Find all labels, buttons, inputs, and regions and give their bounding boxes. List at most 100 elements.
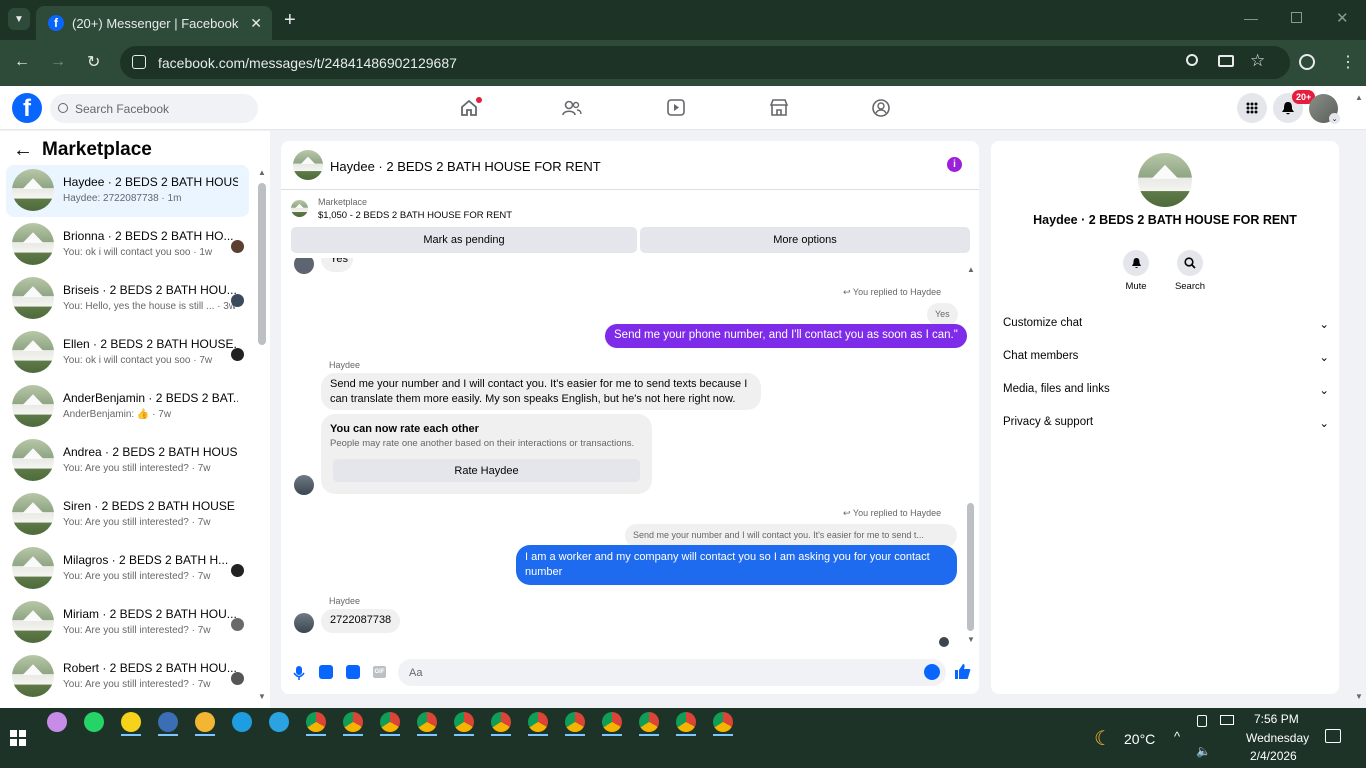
restore-button[interactable]	[1291, 12, 1302, 23]
clock-date[interactable]: 2/4/2026	[1250, 749, 1297, 763]
sticky-notes-icon[interactable]	[121, 712, 141, 732]
rate-haydee-button[interactable]: Rate Haydee	[333, 459, 640, 482]
sticker-icon[interactable]	[346, 665, 360, 679]
chrome-icon[interactable]	[565, 712, 585, 732]
home-icon[interactable]	[460, 100, 478, 116]
conversation-item[interactable]: Miriam · 2 BEDS 2 BATH HOU... You: Are yo…	[6, 597, 249, 649]
friends-icon[interactable]	[562, 100, 582, 116]
clock-time[interactable]: 7:56 PM	[1254, 712, 1299, 726]
chrome-icon[interactable]	[528, 712, 548, 732]
menu-chat-members[interactable]: Chat members ⌄	[1003, 350, 1329, 364]
chrome-menu-icon[interactable]: ⋮	[1340, 52, 1356, 72]
site-info-icon[interactable]	[132, 55, 146, 69]
conversation-item[interactable]: Briseis · 2 BEDS 2 BATH HOU... You: Hello…	[6, 273, 249, 325]
conversation-item[interactable]: Ellen · 2 BEDS 2 BATH HOUSE... You: ok i …	[6, 327, 249, 379]
profile-icon[interactable]	[1299, 54, 1315, 70]
new-tab-button[interactable]: +	[284, 9, 296, 32]
close-window-button[interactable]: ✕	[1336, 9, 1349, 27]
chat-scroll-up-icon[interactable]: ▲	[967, 265, 975, 274]
notification-center-icon[interactable]	[1325, 729, 1341, 743]
display-icon[interactable]	[1220, 715, 1234, 725]
outgoing-message[interactable]: I am a worker and my company will contac…	[516, 545, 957, 585]
weather-temp[interactable]: 20°C	[1124, 731, 1155, 747]
mute-bell-icon[interactable]	[1123, 250, 1149, 276]
volume-icon[interactable]: 🔈	[1196, 744, 1211, 758]
outgoing-message[interactable]: Send me your phone number, and I'll cont…	[605, 324, 967, 348]
incoming-message[interactable]: 2722087738	[321, 609, 401, 633]
chat-scroll-down-icon[interactable]: ▼	[967, 635, 975, 644]
clock-day[interactable]: Wednesday	[1246, 731, 1309, 745]
weather-moon-icon[interactable]: ☾	[1094, 726, 1112, 751]
marketplace-icon[interactable]	[770, 99, 788, 116]
tray-chevron-icon[interactable]: ^	[1174, 729, 1180, 744]
incoming-message[interactable]: Send me your number and I will contact y…	[321, 373, 761, 410]
reload-icon[interactable]: ↻	[87, 52, 100, 72]
search-chat-icon[interactable]	[1177, 250, 1203, 276]
menu-grid-icon[interactable]	[1237, 93, 1267, 123]
install-app-icon[interactable]	[1218, 55, 1234, 67]
chrome-icon[interactable]	[639, 712, 659, 732]
chrome-icon[interactable]	[454, 712, 474, 732]
listing-thumbnail[interactable]	[291, 200, 308, 217]
watch-icon[interactable]	[667, 99, 685, 116]
chat-title[interactable]: Haydee · 2 BEDS 2 BATH HOUSE FOR RENT	[330, 159, 601, 174]
browser-tab[interactable]: f (20+) Messenger | Facebook ✕	[36, 6, 272, 40]
sidebar-scrollbar[interactable]	[258, 183, 266, 345]
conversation-item[interactable]: Andrea · 2 BEDS 2 BATH HOUS... You: Are y…	[6, 435, 249, 487]
message-input[interactable]: Aa	[398, 659, 946, 686]
tab-search-button[interactable]: ▼	[8, 8, 30, 30]
scroll-up-arrow-icon[interactable]: ▲	[258, 168, 266, 177]
like-thumb-icon[interactable]	[954, 663, 971, 680]
conversation-item[interactable]: Milagros · 2 BEDS 2 BATH H... You: Are yo…	[6, 543, 249, 595]
chrome-icon[interactable]	[306, 712, 326, 732]
menu-privacy-support[interactable]: Privacy & support ⌄	[1003, 416, 1329, 430]
conversation-item[interactable]: AnderBenjamin · 2 BEDS 2 BAT... AnderBenj…	[6, 381, 249, 433]
back-icon[interactable]: ←	[14, 53, 30, 71]
file-explorer-icon[interactable]	[195, 712, 215, 732]
forward-icon[interactable]: →	[50, 53, 66, 71]
details-avatar[interactable]	[1138, 153, 1192, 207]
microphone-icon[interactable]	[293, 665, 305, 681]
chat-scrollbar[interactable]	[967, 503, 974, 631]
chrome-icon[interactable]	[713, 712, 733, 732]
menu-customize-chat[interactable]: Customize chat ⌄	[1003, 317, 1329, 331]
whatsapp-icon[interactable]	[84, 712, 104, 732]
chrome-icon[interactable]	[417, 712, 437, 732]
page-scrollbar-down[interactable]: ▼	[1355, 692, 1363, 701]
page-scrollbar[interactable]: ▲	[1355, 93, 1363, 102]
back-arrow-icon[interactable]: ←	[13, 139, 33, 162]
account-chevron-icon[interactable]: ⌄	[1329, 113, 1340, 124]
minimize-button[interactable]: —	[1244, 10, 1258, 26]
app-icon[interactable]	[158, 712, 178, 732]
gif-icon[interactable]: GIF	[373, 666, 386, 678]
conversation-item[interactable]: Brionna · 2 BEDS 2 BATH HO... You: ok i w…	[6, 219, 249, 271]
facebook-search-input[interactable]: Search Facebook	[50, 94, 258, 123]
url-bar[interactable]: facebook.com/messages/t/2484148690212968…	[120, 46, 1290, 79]
network-icon[interactable]	[1197, 715, 1207, 727]
conversation-item[interactable]: Robert · 2 BEDS 2 BATH HOU... You: Are yo…	[6, 651, 249, 703]
chat-avatar[interactable]	[293, 150, 323, 180]
chrome-icon[interactable]	[380, 712, 400, 732]
chrome-icon[interactable]	[676, 712, 696, 732]
facebook-logo-icon[interactable]: f	[12, 93, 42, 123]
chrome-icon[interactable]	[491, 712, 511, 732]
chrome-icon[interactable]	[602, 712, 622, 732]
windows-start-icon[interactable]	[10, 730, 26, 746]
edge-icon[interactable]	[232, 712, 252, 732]
conversation-item[interactable]: Siren · 2 BEDS 2 BATH HOUSE F... You: Are…	[6, 489, 249, 541]
more-options-button[interactable]: More options	[640, 227, 970, 253]
chrome-icon[interactable]	[343, 712, 363, 732]
listing-price[interactable]: $1,050 - 2 BEDS 2 BATH HOUSE FOR RENT	[318, 210, 512, 221]
info-icon[interactable]: i	[947, 157, 962, 172]
scroll-down-arrow-icon[interactable]: ▼	[258, 692, 266, 701]
telegram-icon[interactable]	[269, 712, 289, 732]
photo-icon[interactable]	[319, 665, 333, 679]
mark-pending-button[interactable]: Mark as pending	[291, 227, 637, 253]
zoom-icon[interactable]	[1186, 54, 1198, 66]
tab-close-icon[interactable]: ✕	[250, 15, 262, 32]
bookmark-star-icon[interactable]: ☆	[1250, 51, 1265, 71]
emoji-icon[interactable]	[924, 664, 940, 680]
groups-icon[interactable]	[872, 99, 890, 117]
copilot-icon[interactable]	[47, 712, 67, 732]
menu-media-files-links[interactable]: Media, files and links ⌄	[1003, 383, 1329, 397]
